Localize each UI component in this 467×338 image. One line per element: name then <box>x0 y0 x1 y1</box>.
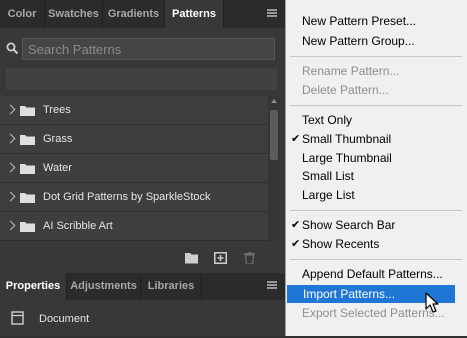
pattern-group-trees[interactable]: Trees <box>0 96 268 125</box>
menu-separator <box>290 210 462 211</box>
new-pattern-plus-icon[interactable] <box>214 252 227 264</box>
document-label: Document <box>39 313 90 325</box>
menu-item-label: Show Recents <box>302 237 380 251</box>
scroll-up-arrow-icon[interactable] <box>271 99 277 103</box>
search-field[interactable] <box>22 38 275 60</box>
folder-icon <box>20 135 35 145</box>
properties-tab-bar: Properties Adjustments Libraries <box>0 273 285 300</box>
tab-swatches[interactable]: Swatches <box>45 0 102 28</box>
group-label: AI Scribble Art <box>43 220 113 232</box>
menu-large-thumbnail[interactable]: Large Thumbnail <box>286 149 467 167</box>
tab-color[interactable]: Color <box>0 0 44 28</box>
menu-item-label: Small Thumbnail <box>302 132 392 146</box>
group-label: Water <box>43 162 72 174</box>
checkmark-icon: ✔ <box>291 238 301 250</box>
menu-small-thumbnail[interactable]: ✔ Small Thumbnail <box>286 130 467 148</box>
menu-item-label: Show Search Bar <box>302 218 396 232</box>
tab-divider <box>223 0 224 28</box>
tab-divider <box>201 273 202 300</box>
folder-icon <box>20 222 35 232</box>
menu-separator <box>290 56 462 57</box>
pattern-group-dot-grid[interactable]: Dot Grid Patterns by SparkleStock <box>0 183 268 212</box>
panel-menu-icon[interactable] <box>267 9 277 17</box>
menu-separator <box>290 105 462 106</box>
menu-new-pattern-group[interactable]: New Pattern Group... <box>286 32 467 50</box>
patterns-flyout-menu: New Pattern Preset... New Pattern Group.… <box>285 0 467 336</box>
menu-separator <box>290 259 462 260</box>
search-icon <box>6 42 19 55</box>
chevron-right-icon[interactable] <box>5 220 16 231</box>
recents-strip <box>6 68 277 90</box>
chevron-right-icon[interactable] <box>5 104 16 115</box>
menu-large-list[interactable]: Large List <box>286 186 467 204</box>
tab-gradients[interactable]: Gradients <box>103 0 164 28</box>
group-label: Grass <box>43 133 73 145</box>
document-properties-row: Document <box>0 300 285 336</box>
menu-small-list[interactable]: Small List <box>286 167 467 185</box>
mouse-pointer-icon <box>425 292 439 313</box>
tab-libraries[interactable]: Libraries <box>141 273 201 300</box>
menu-show-recents[interactable]: ✔ Show Recents <box>286 235 467 253</box>
new-group-folder-icon[interactable] <box>185 252 198 264</box>
pattern-group-list: Trees Grass Water Dot Grid Patterns by S… <box>0 96 268 241</box>
menu-text-only[interactable]: Text Only <box>286 111 467 129</box>
scrollbar-thumb[interactable] <box>270 110 278 160</box>
folder-icon <box>20 106 35 116</box>
menu-append-default-patterns[interactable]: Append Default Patterns... <box>286 265 467 283</box>
panel-menu-icon[interactable] <box>267 281 277 289</box>
pattern-group-ai-scribble[interactable]: AI Scribble Art <box>0 212 268 241</box>
menu-new-pattern-preset[interactable]: New Pattern Preset... <box>286 12 467 30</box>
tab-adjustments[interactable]: Adjustments <box>67 273 140 300</box>
chevron-right-icon[interactable] <box>5 162 16 173</box>
search-input[interactable] <box>23 39 274 59</box>
menu-show-search-bar[interactable]: ✔ Show Search Bar <box>286 216 467 234</box>
pattern-group-grass[interactable]: Grass <box>0 125 268 154</box>
pattern-group-water[interactable]: Water <box>0 154 268 183</box>
tab-patterns[interactable]: Patterns <box>165 0 223 28</box>
checkmark-icon: ✔ <box>291 219 301 231</box>
chevron-right-icon[interactable] <box>5 133 16 144</box>
folder-icon <box>20 164 35 174</box>
menu-rename-pattern: Rename Pattern... <box>302 64 400 78</box>
group-label: Dot Grid Patterns by SparkleStock <box>43 191 211 203</box>
tab-properties[interactable]: Properties <box>0 273 66 300</box>
patterns-panel: Color Swatches Gradients Patterns Trees … <box>0 0 285 336</box>
checkmark-icon: ✔ <box>291 133 301 145</box>
panel-tab-bar: Color Swatches Gradients Patterns <box>0 0 285 28</box>
folder-icon <box>20 193 35 203</box>
menu-delete-pattern: Delete Pattern... <box>302 83 389 97</box>
trash-icon[interactable] <box>243 252 256 264</box>
document-icon <box>11 311 24 325</box>
group-label: Trees <box>43 104 71 116</box>
chevron-right-icon[interactable] <box>5 191 16 202</box>
